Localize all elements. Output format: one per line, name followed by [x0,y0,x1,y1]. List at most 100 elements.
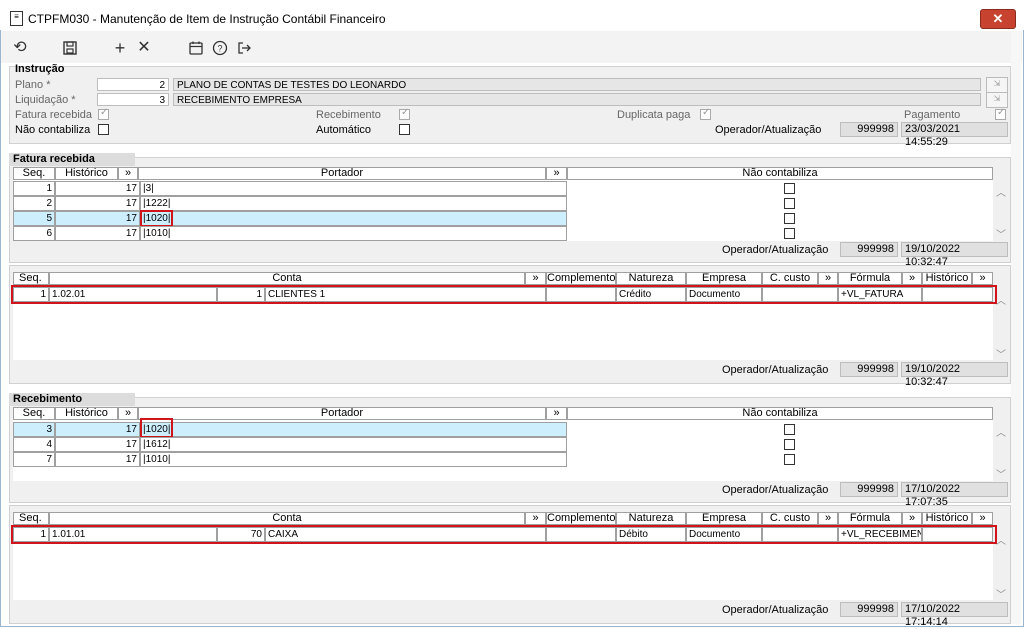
recebimento-row-3-seq[interactable]: 7 [13,452,55,467]
calendar-icon[interactable] [186,38,206,58]
recebimento-conta-header-historico: Histórico [922,512,972,525]
fatura-row-4-portador[interactable]: |1010| [140,226,567,241]
recebimento-conta-header-natureza: Natureza [616,512,686,525]
fatura-row-3-seq[interactable]: 5 [13,211,55,226]
recebimento-title: Recebimento [9,393,135,406]
recebimento-conta-operador-label: Operador/Atualização [722,604,829,616]
fatura-row-2-portador[interactable]: |1222| [140,196,567,211]
fatura-header-portador-lookup[interactable]: » [546,167,567,180]
recebimento-row-1-portador[interactable]: |1020| [140,422,567,437]
recebimento-conta-row-highlight [11,525,997,544]
close-button[interactable]: ✕ [980,9,1016,29]
fatura-recebida-checkbox [98,107,109,120]
window-app-icon: ≡ [10,11,23,26]
recebimento-row-1-nao-contabiliza-checkbox[interactable] [784,424,795,435]
operador-field: 999998 [840,122,898,137]
fatura-conta-row-highlight [11,285,997,304]
recebimento-conta-header-conta-lookup[interactable]: » [525,512,546,525]
help-icon[interactable]: ? [210,38,230,58]
recebimento-row-1-seq[interactable]: 3 [13,422,55,437]
fatura-recebida-label: Fatura recebida [15,109,93,121]
recebimento-checkbox [399,107,410,120]
fatura-conta-scroll-down-icon[interactable]: ﹀ [996,346,1006,361]
plano-lookup-button[interactable]: ⇲ [986,77,1008,93]
fatura-row-4-nao-contabiliza-checkbox[interactable] [784,228,795,239]
recebimento-conta-scroll-up-icon[interactable]: ︿ [996,532,1006,547]
fatura-conta-header-conta: Conta [49,272,525,285]
recebimento-row-2-seq[interactable]: 4 [13,437,55,452]
fatura-scroll-down-icon[interactable]: ﹀ [996,226,1006,241]
recebimento-conta-scroll-down-icon[interactable]: ﹀ [996,586,1006,601]
recebimento-conta-operador-field: 999998 [840,602,898,617]
recebimento-label: Recebimento [316,109,381,121]
instrucao-title: Instrução [15,63,65,75]
recebimento-header-nao-contabiliza: Não contabiliza [567,407,993,420]
recebimento-row-3-nao-contabiliza-checkbox[interactable] [784,454,795,465]
recebimento-conta-header-ccusto-lookup[interactable]: » [818,512,838,525]
recebimento-row-3-portador[interactable]: |1010| [140,452,567,467]
plano-label: Plano * [15,79,51,91]
fatura-row-1-seq[interactable]: 1 [13,181,55,196]
fatura-row-3-nao-contabiliza-checkbox[interactable] [784,213,795,224]
fatura-conta-header-formula-lookup[interactable]: » [902,272,922,285]
fatura-header-seq: Seq. [13,167,55,180]
recebimento-conta-header-formula: Fórmula [838,512,902,525]
fatura-header-nao-contabiliza: Não contabiliza [567,167,993,180]
fatura-conta-header-complemento: Complemento [546,272,616,285]
recebimento-row-3-historico[interactable]: 17 [55,452,140,467]
liquidacao-code-field[interactable]: 3 [97,93,169,106]
recebimento-conta-header-formula-lookup[interactable]: » [902,512,922,525]
fatura-row-4-historico[interactable]: 17 [55,226,140,241]
recebimento-header-historico: Histórico [55,407,118,420]
fatura-conta-header-formula: Fórmula [838,272,902,285]
fatura-row-2-nao-contabiliza-checkbox[interactable] [784,198,795,209]
operador-label: Operador/Atualização [715,124,822,136]
pagamento-label: Pagamento [904,109,961,121]
fatura-conta-header-ccusto-lookup[interactable]: » [818,272,838,285]
save-icon[interactable] [60,38,80,58]
recebimento-header-portador-lookup[interactable]: » [546,407,567,420]
fatura-row-2-seq[interactable]: 2 [13,196,55,211]
automatico-checkbox[interactable] [399,124,410,135]
window-title: CTPFM030 - Manutenção de Item de Instruç… [28,12,386,26]
fatura-conta-scroll-up-icon[interactable]: ︿ [996,292,1006,307]
fatura-row-3-historico[interactable]: 17 [55,211,140,226]
recebimento-row-2-nao-contabiliza-checkbox[interactable] [784,439,795,450]
recebimento-row-1-historico[interactable]: 17 [55,422,140,437]
undo-icon[interactable]: ⟲ [10,38,30,58]
recebimento-row-2-portador[interactable]: |1612| [140,437,567,452]
liquidacao-lookup-button[interactable]: ⇲ [986,92,1008,108]
fatura-row-1-portador[interactable]: |3| [140,181,567,196]
fatura-header-historico: Histórico [55,167,118,180]
automatico-label: Automático [316,124,372,136]
fatura-row-2-historico[interactable]: 17 [55,196,140,211]
recebimento-scroll-down-icon[interactable]: ﹀ [996,466,1006,481]
fatura-conta-atualizacao-field: 19/10/2022 10:32:47 [901,362,1008,388]
delete-icon[interactable]: ✕ [134,38,154,58]
recebimento-conta-header-historico-lookup[interactable]: » [972,512,993,525]
pagamento-checkbox [995,107,1006,120]
recebimento-operador-field: 999998 [840,482,898,497]
exit-icon[interactable] [234,38,254,58]
add-icon[interactable]: + [110,38,130,58]
fatura-row-4-seq[interactable]: 6 [13,226,55,241]
fatura-row-3-portador[interactable]: |1020| [140,211,567,226]
fatura-conta-header-historico-lookup[interactable]: » [972,272,993,285]
fatura-conta-header-conta-lookup[interactable]: » [525,272,546,285]
fatura-row-1-nao-contabiliza-checkbox[interactable] [784,183,795,194]
recebimento-row-2-historico[interactable]: 17 [55,437,140,452]
fatura-atualizacao-field: 19/10/2022 10:32:47 [901,242,1008,268]
duplicata-paga-checkbox [700,107,711,120]
nao-contabiliza-checkbox[interactable] [98,124,109,135]
fatura-scroll-up-icon[interactable]: ︿ [996,184,1006,199]
fatura-header-historico-lookup[interactable]: » [118,167,138,180]
plano-code-field[interactable]: 2 [97,78,169,91]
window-scrollbar[interactable] [1011,31,1021,624]
recebimento-conta-header-complemento: Complemento [546,512,616,525]
recebimento-scroll-up-icon[interactable]: ︿ [996,424,1006,439]
recebimento-header-seq: Seq. [13,407,55,420]
fatura-row-1-historico[interactable]: 17 [55,181,140,196]
recebimento-header-historico-lookup[interactable]: » [118,407,138,420]
atualizacao-field: 23/03/2021 14:55:29 [901,122,1008,148]
plano-desc-field: PLANO DE CONTAS DE TESTES DO LEONARDO [173,78,981,91]
